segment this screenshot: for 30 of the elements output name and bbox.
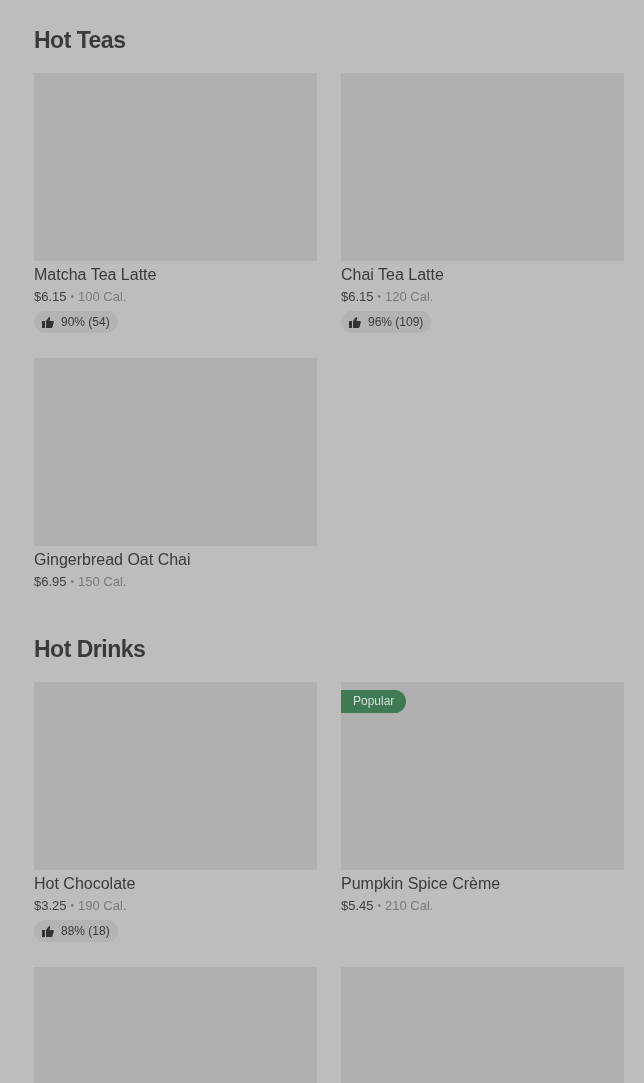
separator: • — [377, 899, 382, 913]
price: $6.15 — [34, 288, 67, 306]
calories: 120 Cal. — [385, 288, 434, 306]
calories: 100 Cal. — [78, 288, 127, 306]
thumbs-up-icon — [42, 316, 54, 328]
section-title: Hot Teas — [34, 26, 127, 54]
image-placeholder[interactable]: Popular — [341, 682, 624, 870]
separator: • — [70, 899, 75, 913]
rating-text: 90% (54) — [61, 314, 110, 331]
calories: 210 Cal. — [385, 897, 434, 915]
thumbs-up-icon — [349, 316, 361, 328]
rating-text: 96% (109) — [368, 314, 424, 331]
section-title: Hot Drinks — [34, 635, 147, 663]
popular-tag: Popular — [341, 690, 407, 713]
price: $6.15 — [341, 288, 374, 306]
calories: 190 Cal. — [78, 897, 127, 915]
item-name: Gingerbread Oat Chai — [34, 550, 192, 570]
item-name: Chai Tea Latte — [341, 265, 445, 285]
item-name: Matcha Tea Latte — [34, 265, 158, 285]
thumbs-up-icon — [42, 925, 54, 937]
price: $6.95 — [34, 573, 67, 591]
price: $5.45 — [341, 897, 374, 915]
calories: 150 Cal. — [78, 573, 127, 591]
separator: • — [70, 575, 75, 589]
item-name: Hot Chocolate — [34, 874, 137, 894]
rating-text: 88% (18) — [61, 923, 110, 940]
price: $3.25 — [34, 897, 67, 915]
item-name: Pumpkin Spice Crème — [341, 874, 502, 894]
separator: • — [70, 290, 75, 304]
separator: • — [377, 290, 382, 304]
